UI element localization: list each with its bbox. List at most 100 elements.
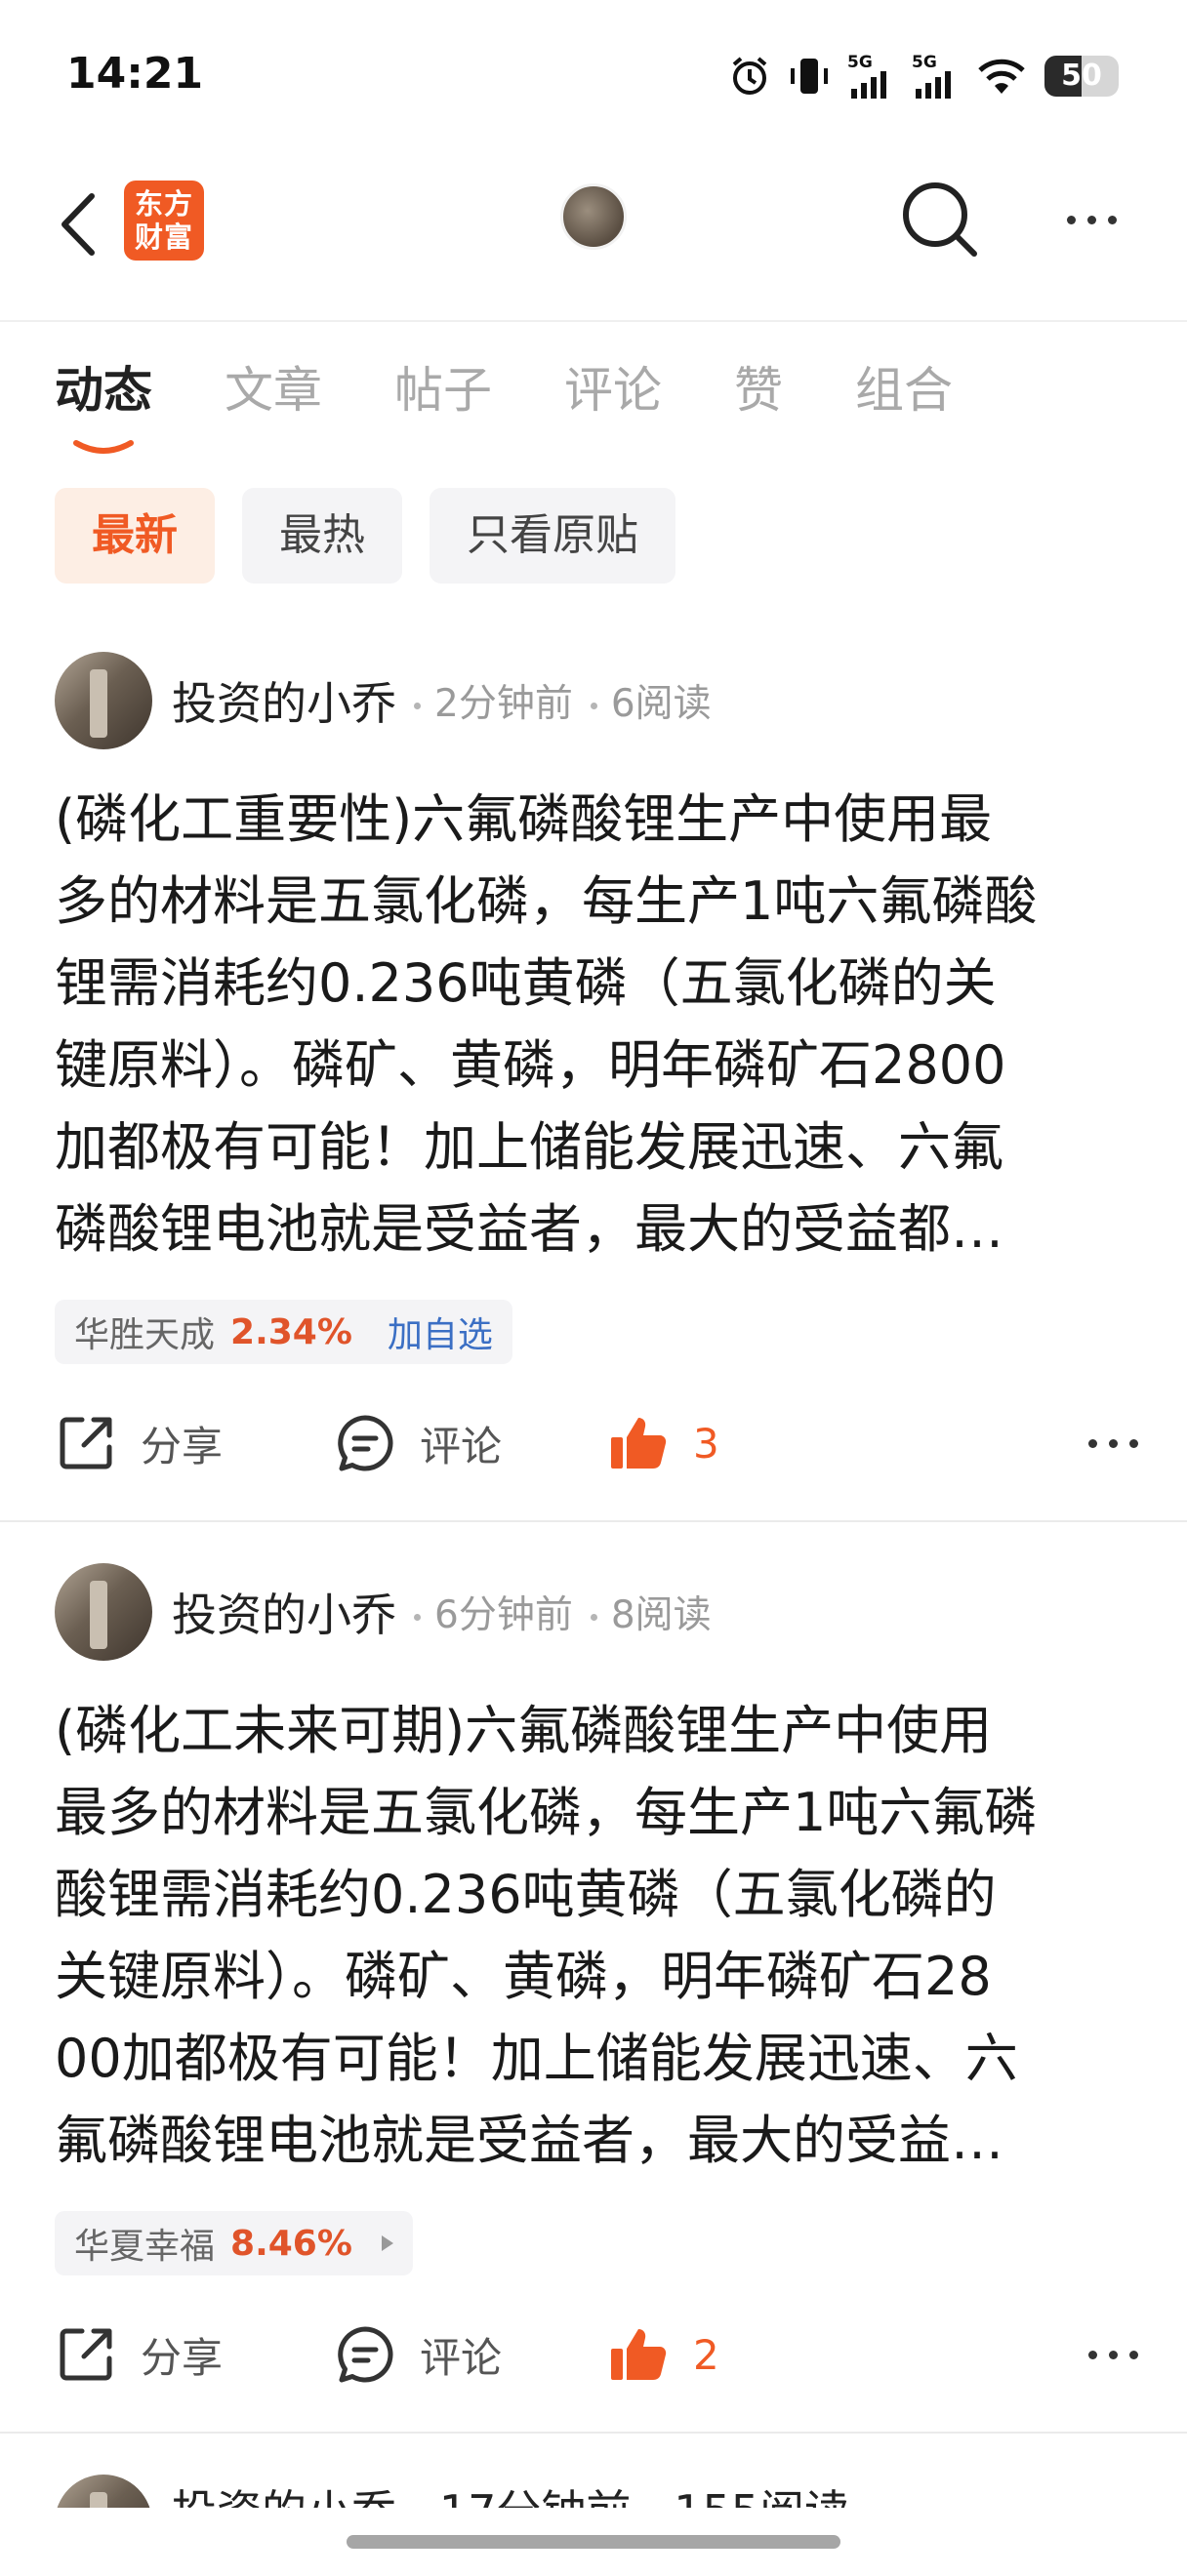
tab-articles[interactable]: 文章: [225, 351, 322, 429]
post-actions: 分享 评论 3: [55, 1399, 1138, 1487]
filter-latest[interactable]: 最新: [55, 488, 215, 584]
like-button[interactable]: 2: [607, 2311, 719, 2398]
back-button[interactable]: [49, 185, 107, 263]
stock-tag[interactable]: 华夏幸福 8.46%: [55, 2211, 413, 2275]
share-button[interactable]: 分享: [55, 1399, 223, 1487]
alarm-icon: [732, 57, 767, 95]
tab-active-indicator: [73, 440, 134, 454]
comment-button[interactable]: 评论: [334, 2311, 502, 2398]
post-line: 加都极有可能！加上储能发展迅速、六氟: [55, 1116, 1003, 1178]
chevron-right-icon: [381, 2235, 393, 2251]
post-time-text: 6分钟前: [434, 1593, 573, 1637]
post-more-button[interactable]: [1088, 1399, 1138, 1487]
post-divider: [0, 2432, 1187, 2434]
tab-label: 帖子: [394, 362, 492, 419]
comment-button[interactable]: 评论: [334, 1399, 502, 1487]
author-avatar[interactable]: [55, 2475, 152, 2508]
vibrate-icon: [791, 59, 828, 94]
app-logo[interactable]: 东方 财富: [124, 181, 204, 261]
top-nav: 东方 财富: [0, 146, 1187, 322]
stock-name: 华胜天成: [74, 1315, 216, 1355]
tab-label: 评论: [564, 362, 662, 419]
home-indicator[interactable]: [347, 2535, 840, 2549]
more-icon-dot: [1107, 215, 1117, 224]
author-avatar[interactable]: [55, 652, 152, 749]
post-actions: 分享 评论 2: [55, 2311, 1138, 2398]
filter-bar: 最新 最热 只看原贴: [55, 488, 675, 584]
profile-avatar[interactable]: [560, 183, 627, 250]
svg-text:5G: 5G: [912, 53, 937, 72]
tab-dynamic[interactable]: 动态: [55, 351, 152, 454]
more-icon-dot: [1129, 1438, 1138, 1448]
post-more-button[interactable]: [1088, 2311, 1138, 2398]
post-reads-text: 6阅读: [610, 682, 712, 726]
comment-icon: [338, 2326, 393, 2383]
filter-original-only[interactable]: 只看原贴: [430, 488, 675, 584]
post-line: 键原料）。磷矿、黄磷，明年磷矿石2800: [55, 1034, 1006, 1096]
signal-5g-icon: 5G: [912, 53, 951, 99]
search-icon: [903, 182, 977, 257]
post-reads-text: 8阅读: [610, 1593, 712, 1637]
post-line: (磷化工未来可期)六氟磷酸锂生产中使用: [55, 1700, 993, 1761]
more-icon: [1066, 215, 1076, 224]
author-name[interactable]: 投资的小乔: [172, 1580, 396, 1644]
stock-change: 2.34%: [230, 1311, 352, 1352]
more-icon-dot: [1129, 2350, 1138, 2359]
thumbs-up-icon: [611, 1418, 667, 1469]
comment-icon: [338, 1415, 393, 1471]
post-time: 2分钟前: [414, 673, 573, 728]
more-icon-dot: [1086, 215, 1096, 224]
thumbs-up-icon: [611, 2329, 667, 2380]
post-line: (磷化工重要性)六氟磷酸锂生产中使用最: [55, 788, 993, 850]
author-name[interactable]: 投资的小乔: [172, 668, 396, 733]
post-card[interactable]: 投资的小乔 6分钟前 8阅读 (磷化工未来可期)六氟磷酸锂生产中使用 最多的材料…: [0, 1563, 1187, 2432]
search-button[interactable]: [898, 178, 982, 262]
profile-tabs: 动态 文章 帖子 评论 赞 组合: [55, 351, 1025, 454]
post-line: 氟磷酸锂电池就是受益者，最大的受益…: [55, 2110, 1003, 2171]
share-label: 分享: [141, 2333, 224, 2382]
post-line: 多的材料是五氯化磷，每生产1吨六氟磷酸: [55, 870, 1038, 932]
status-bar: 14:21 5G 5G 50: [0, 0, 1187, 146]
tab-comments[interactable]: 评论: [564, 351, 662, 429]
tab-portfolios[interactable]: 组合: [855, 351, 953, 429]
post-time-text: 2分钟前: [434, 682, 573, 726]
post-line: 磷酸锂电池就是受益者，最大的受益都…: [55, 1198, 1003, 1260]
post-header: 投资的小乔 6分钟前 8阅读: [55, 1563, 712, 1661]
like-button[interactable]: 3: [607, 1399, 719, 1487]
tab-label: 动态: [55, 362, 152, 419]
comment-label: 评论: [420, 1422, 503, 1470]
post-line: 锂需消耗约0.236吨黄磷（五氯化磷的关: [55, 952, 997, 1014]
more-button[interactable]: [1052, 185, 1130, 254]
share-button[interactable]: 分享: [55, 2311, 223, 2398]
tab-posts[interactable]: 帖子: [394, 351, 492, 429]
post-content[interactable]: (磷化工重要性)六氟磷酸锂生产中使用最 多的材料是五氯化磷，每生产1吨六氟磷酸 …: [55, 779, 1140, 1270]
stock-change: 8.46%: [230, 2223, 352, 2264]
post-content[interactable]: (磷化工未来可期)六氟磷酸锂生产中使用 最多的材料是五氯化磷，每生产1吨六氟磷 …: [55, 1690, 1140, 2182]
post-line: 00加都极有可能！加上储能发展迅速、六: [55, 2028, 1018, 2089]
tab-label: 赞: [734, 362, 783, 419]
like-count: 3: [693, 1419, 719, 1468]
more-icon: [1088, 1438, 1097, 1448]
post-reads: 6阅读: [590, 673, 712, 728]
stock-tag[interactable]: 华胜天成 2.34% 加自选: [55, 1300, 512, 1364]
post-line: 酸锂需消耗约0.236吨黄磷（五氯化磷的: [55, 1864, 997, 1925]
logo-text-line2: 财富: [134, 221, 193, 254]
battery-icon: 50: [1044, 56, 1119, 97]
filter-hot[interactable]: 最热: [242, 488, 402, 584]
tab-likes[interactable]: 赞: [734, 351, 783, 429]
post-line: 最多的材料是五氯化磷，每生产1吨六氟磷: [55, 1782, 1038, 1843]
stock-name: 华夏幸福: [74, 2227, 216, 2267]
post-header: 投资的小乔 2分钟前 6阅读: [55, 652, 712, 749]
more-icon-dot: [1109, 1438, 1118, 1448]
post-card-partial[interactable]: 投资的小乔 · 17分钟前 · 155阅读: [55, 2475, 1031, 2508]
tab-label: 文章: [225, 362, 322, 419]
post-line: 关键原料）。磷矿、黄磷，明年磷矿石28: [55, 1946, 992, 2007]
add-watchlist-button[interactable]: 加自选: [388, 1307, 493, 1357]
more-icon: [1088, 2350, 1097, 2359]
post-header-partial: 投资的小乔 · 17分钟前 · 155阅读: [172, 2476, 849, 2508]
battery-level: 50: [1061, 59, 1102, 93]
more-icon-dot: [1109, 2350, 1118, 2359]
author-avatar[interactable]: [55, 1563, 152, 1661]
post-card[interactable]: 投资的小乔 2分钟前 6阅读 (磷化工重要性)六氟磷酸锂生产中使用最 多的材料是…: [0, 652, 1187, 1520]
like-count: 2: [693, 2330, 719, 2379]
